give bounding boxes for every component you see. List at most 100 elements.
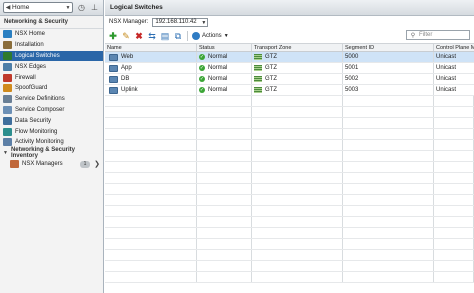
segment-id-cell: 5001 (343, 63, 434, 73)
empty-cell (343, 129, 434, 139)
empty-cell (343, 162, 434, 172)
empty-cell (343, 173, 434, 183)
column-header[interactable]: Transport Zone (252, 44, 343, 51)
edit-icon[interactable]: ✎ (121, 31, 131, 41)
activity-monitoring-icon (3, 138, 12, 147)
transport-zone-icon (254, 65, 262, 71)
history-icon[interactable]: ◷ (77, 3, 86, 12)
sidebar-item-nsx-home[interactable]: NSX Home (0, 29, 103, 40)
logical-switch-icon (109, 86, 118, 94)
manager-row: NSX Manager: 192.168.110.42 ▼ (105, 16, 474, 28)
control-plane-cell: Unicast (436, 65, 457, 71)
empty-cell (105, 118, 197, 128)
chevron-down-icon[interactable]: ▼ (201, 19, 206, 27)
empty-cell (252, 129, 343, 139)
nsx-manager-select[interactable]: 192.168.110.42 ▼ (152, 17, 209, 27)
navigator-toolbar: ◀ Home ▼ ◷ ⊥ (0, 0, 103, 16)
empty-cell (252, 239, 343, 249)
home-label: Home (12, 4, 30, 11)
sidebar-item-activity-monitoring[interactable]: Activity Monitoring (0, 137, 103, 148)
switch-name: DB (121, 76, 130, 82)
sidebar-item-installation[interactable]: Installation (0, 40, 103, 51)
sidebar-item-spoofguard[interactable]: SpoofGuard (0, 83, 103, 94)
name-cell: Web (105, 52, 197, 62)
logical-switch-icon (109, 75, 118, 83)
sidebar-item-label: Installation (15, 42, 44, 49)
column-header[interactable]: Status (197, 44, 252, 51)
column-header[interactable]: Control Plane M (434, 44, 474, 51)
empty-cell (197, 140, 252, 150)
empty-cell (252, 184, 343, 194)
sidebar-item-label: Data Security (15, 117, 52, 124)
add-icon[interactable]: ✚ (108, 31, 118, 41)
sidebar-item-service-composer[interactable]: Service Composer (0, 105, 103, 116)
empty-cell (434, 173, 474, 183)
empty-cell (105, 140, 197, 150)
empty-cell (434, 261, 474, 271)
filter-input[interactable]: ⚲ Filter (406, 30, 470, 40)
empty-cell (434, 228, 474, 238)
empty-row (105, 162, 474, 173)
actions-menu[interactable]: Actions ▼ (192, 31, 229, 40)
empty-cell (197, 184, 252, 194)
chevron-down-icon[interactable]: ▼ (64, 5, 72, 11)
status-ok-icon: ✓ (199, 54, 205, 60)
column-header[interactable]: Segment ID (343, 44, 434, 51)
chevron-right-icon[interactable]: ❯ (94, 160, 100, 168)
empty-cell (105, 173, 197, 183)
pin-icon[interactable]: ⊥ (90, 3, 99, 12)
sidebar-item-label: Firewall (15, 74, 36, 81)
zone-name: GTZ (265, 87, 277, 93)
toolbar-divider (187, 30, 188, 41)
logical-switch-icon (109, 64, 118, 72)
empty-cell (252, 250, 343, 260)
table-row[interactable]: DB ✓ Normal GTZ 5002 Unicast (105, 74, 474, 85)
status-text: Normal (208, 76, 228, 82)
filter-placeholder: Filter (419, 32, 433, 38)
transport-zone-icon (254, 76, 262, 82)
sidebar-item-nsx-managers[interactable]: NSX Managers 1 ❯ (0, 159, 103, 170)
status-cell: ✓ Normal (197, 85, 252, 95)
back-arrow-icon[interactable]: ◀ (4, 4, 12, 11)
delete-icon[interactable]: ✖ (134, 31, 144, 41)
empty-row (105, 261, 474, 272)
table-row[interactable]: Web ✓ Normal GTZ 5000 Unicast (105, 52, 474, 63)
empty-cell (343, 96, 434, 106)
empty-cell (105, 261, 197, 271)
firewall-icon (3, 73, 12, 82)
sidebar-item-label: Flow Monitoring (15, 128, 58, 135)
status-cell: ✓ Normal (197, 52, 252, 62)
inventory-header[interactable]: ▼ Networking & Security Inventory (0, 147, 103, 160)
sidebar-item-label: Service Definitions (15, 96, 65, 103)
sidebar-item-flow-monitoring[interactable]: Flow Monitoring (0, 126, 103, 137)
nsx-home-icon (3, 30, 12, 39)
page-title: Logical Switches (105, 0, 474, 16)
sidebar-item-data-security[interactable]: Data Security (0, 115, 103, 126)
empty-row (105, 107, 474, 118)
sidebar-item-firewall[interactable]: Firewall (0, 72, 103, 83)
table-row[interactable]: Uplink ✓ Normal GTZ 5003 Unicast (105, 85, 474, 96)
collapse-triangle-icon[interactable]: ▼ (3, 150, 8, 156)
logical-switch-icon (109, 53, 118, 61)
segment-id-cell: 5000 (343, 52, 434, 62)
empty-cell (197, 96, 252, 106)
empty-cell (105, 239, 197, 249)
section-title: Networking & Security (0, 16, 103, 29)
sidebar-item-service-definitions[interactable]: Service Definitions (0, 94, 103, 105)
table-row[interactable]: App ✓ Normal GTZ 5001 Unicast (105, 63, 474, 74)
column-header[interactable]: Name (105, 44, 197, 51)
transport-zone-cell: GTZ (252, 63, 343, 73)
empty-cell (434, 217, 474, 227)
sidebar-item-nsx-edges[interactable]: NSX Edges (0, 61, 103, 72)
empty-cell (434, 118, 474, 128)
empty-cell (434, 206, 474, 216)
connect-vm-icon[interactable]: ⇆ (147, 31, 157, 41)
home-breadcrumb-button[interactable]: ◀ Home ▼ (3, 2, 73, 13)
switch-icon[interactable]: ▤ (160, 31, 170, 41)
empty-cell (343, 118, 434, 128)
empty-row (105, 140, 474, 151)
inventory-title: Networking & Security Inventory (10, 147, 75, 160)
edge-icon[interactable]: ⧉ (173, 31, 183, 41)
chevron-down-icon: ▼ (223, 32, 229, 39)
sidebar-item-logical-switches[interactable]: Logical Switches (0, 50, 103, 62)
